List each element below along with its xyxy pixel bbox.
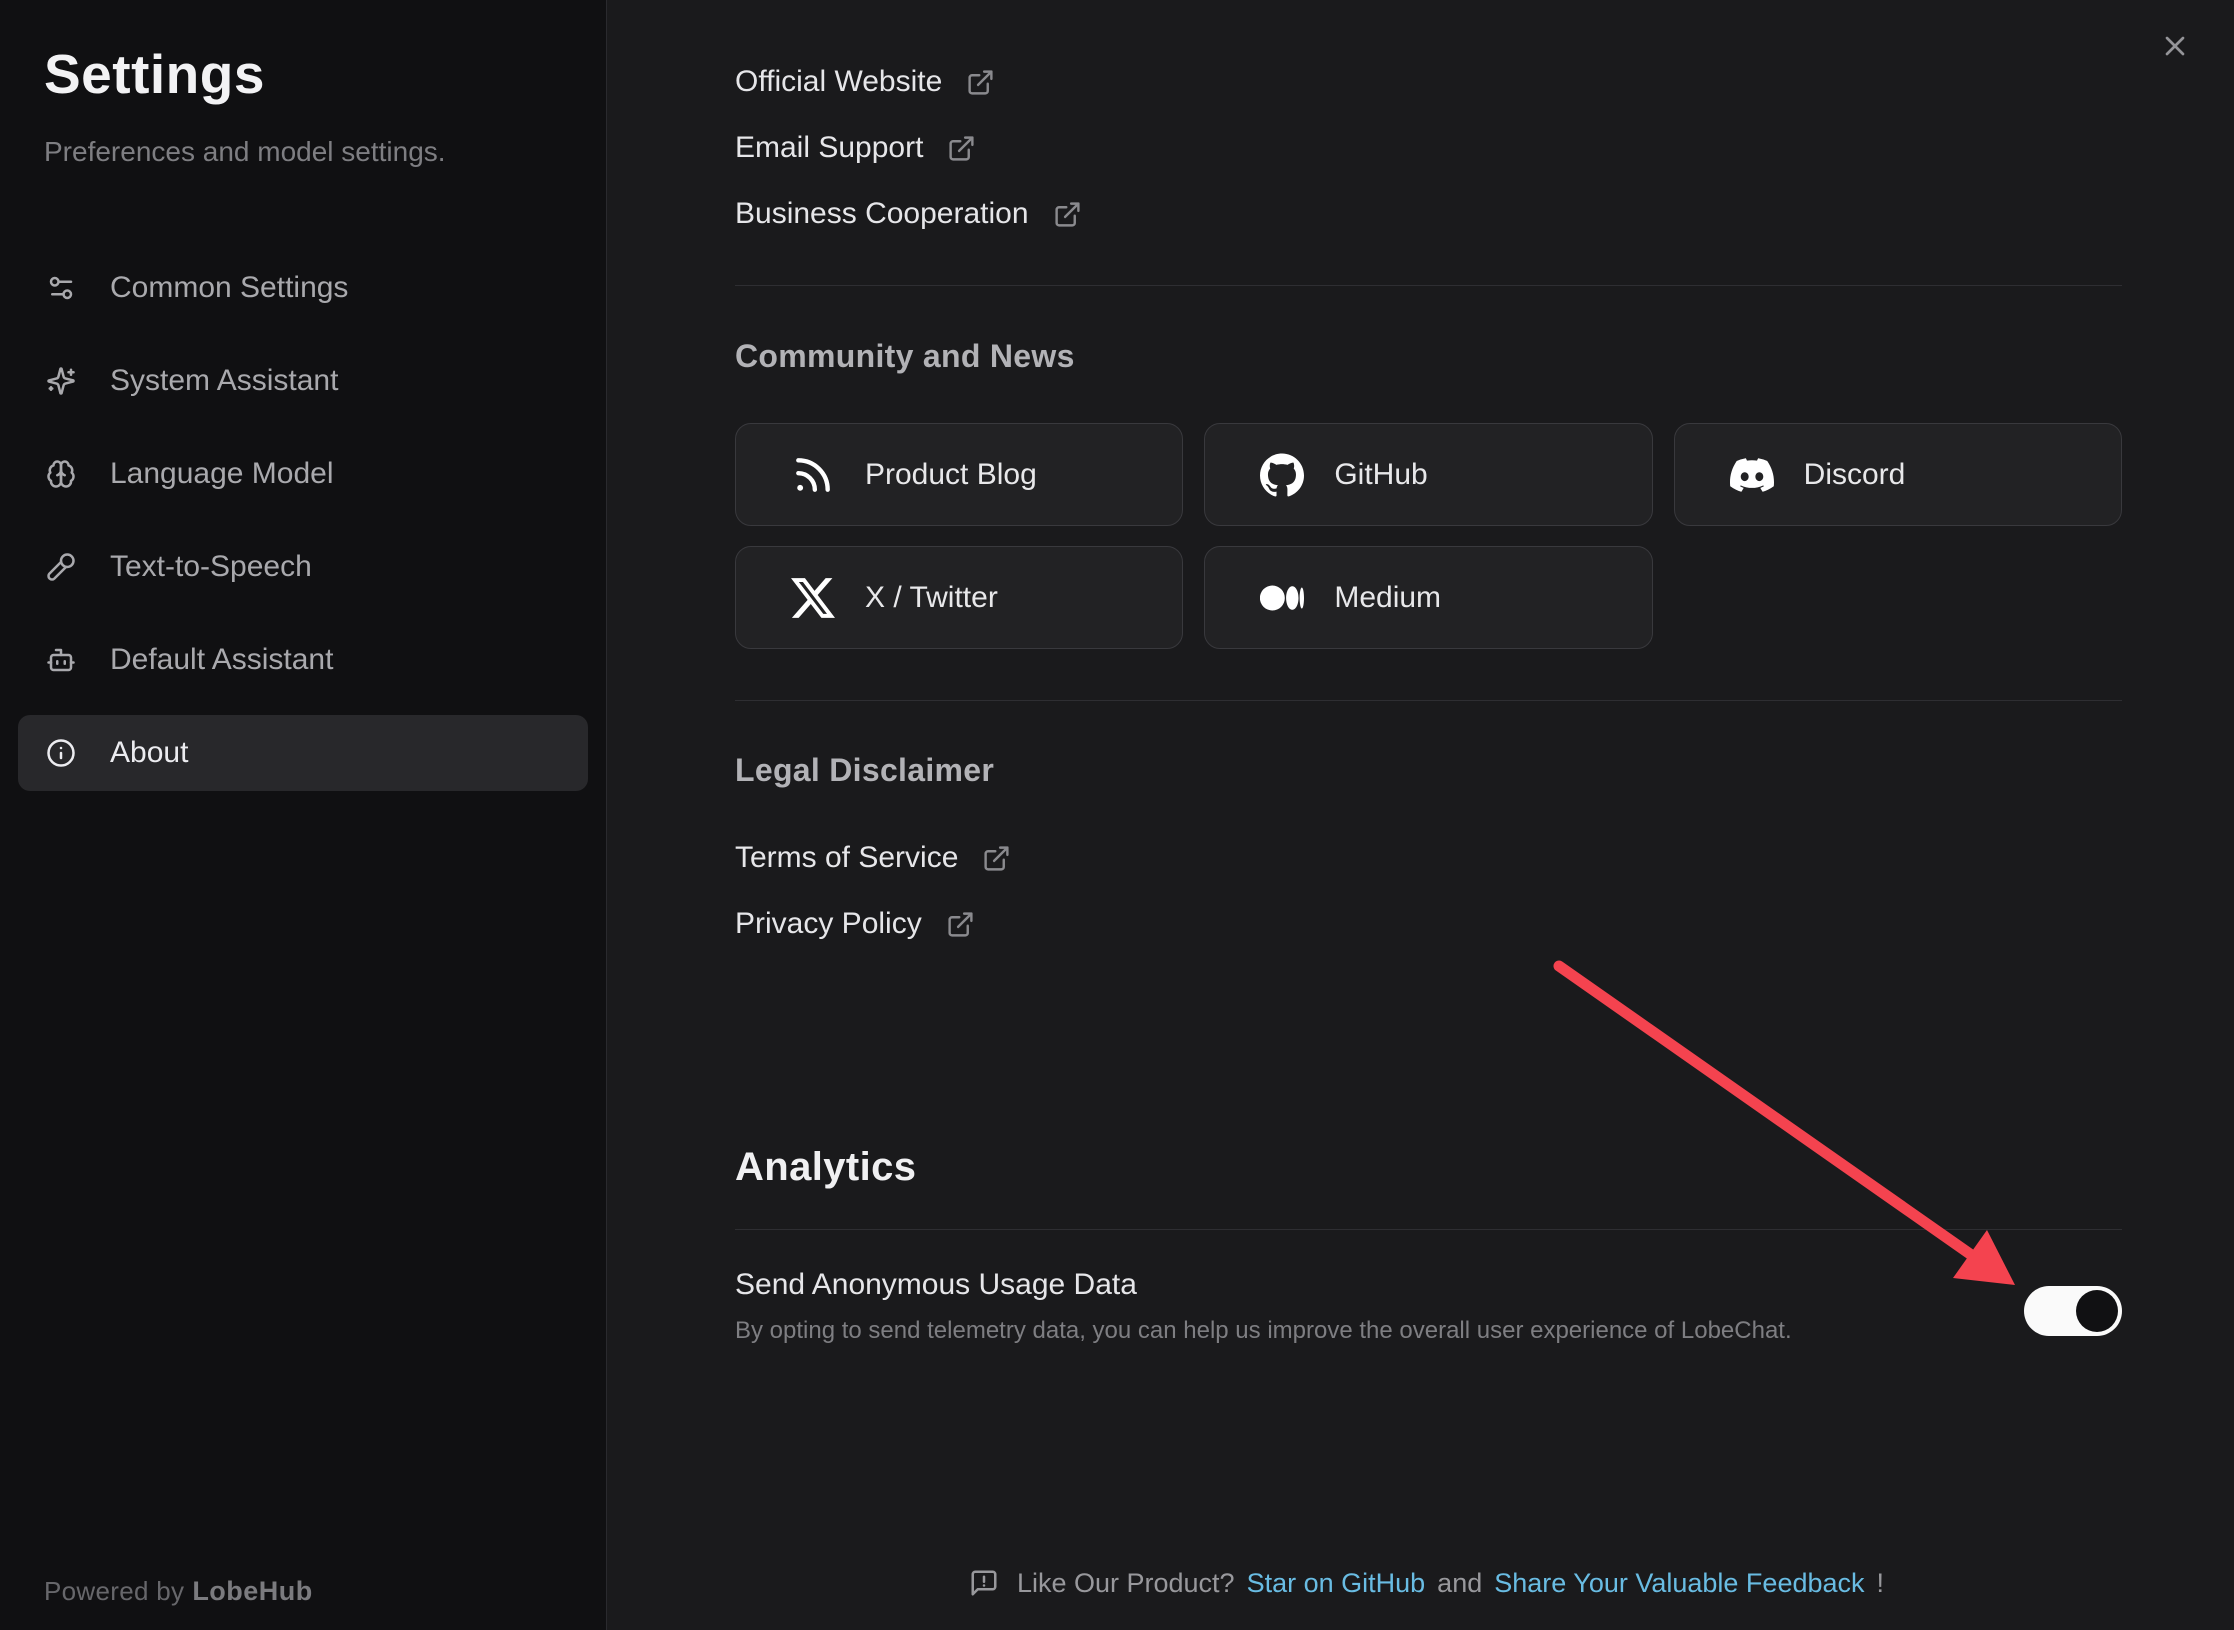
- powered-by-text: Powered by: [44, 1576, 184, 1606]
- community-section-title: Community and News: [735, 334, 2122, 378]
- external-link-icon: [966, 68, 995, 97]
- button-label: Discord: [1804, 458, 1906, 492]
- telemetry-setting-label: Send Anonymous Usage Data: [735, 1264, 2122, 1306]
- sidebar-item-label: Text-to-Speech: [110, 550, 312, 584]
- telemetry-toggle[interactable]: [2024, 1286, 2122, 1336]
- page-subtitle: Preferences and model settings.: [44, 132, 562, 172]
- x-twitter-icon: [791, 576, 835, 620]
- official-website-link[interactable]: Official Website: [735, 60, 995, 104]
- community-buttons: Product Blog GitHub Discord: [735, 423, 2122, 649]
- sidebar-item-system-assistant[interactable]: System Assistant: [18, 343, 588, 419]
- sidebar-item-text-to-speech[interactable]: Text-to-Speech: [18, 529, 588, 605]
- powered-by: Powered by LobeHub: [44, 1576, 313, 1607]
- sidebar-item-common-settings[interactable]: Common Settings: [18, 250, 588, 326]
- sidebar-item-label: Language Model: [110, 457, 334, 491]
- github-button[interactable]: GitHub: [1204, 423, 1652, 526]
- sidebar-item-language-model[interactable]: Language Model: [18, 436, 588, 512]
- email-support-link[interactable]: Email Support: [735, 126, 976, 170]
- rss-icon: [791, 453, 835, 497]
- settings-modal: Settings Preferences and model settings.…: [0, 0, 2234, 1630]
- close-icon: [2159, 50, 2191, 65]
- analytics-section-title: Analytics: [735, 1142, 2122, 1192]
- about-content: Contact Us Official Website Email Suppor…: [607, 0, 2234, 1599]
- privacy-policy-link[interactable]: Privacy Policy: [735, 902, 975, 946]
- github-icon: [1260, 453, 1304, 497]
- footer-text: and: [1437, 1568, 1482, 1598]
- external-link-icon: [946, 910, 975, 939]
- sliders-icon: [46, 273, 76, 303]
- info-icon: [46, 738, 76, 768]
- feedback-bubble-icon: [969, 1568, 999, 1598]
- toggle-knob: [2076, 1290, 2118, 1332]
- link-label: Privacy Policy: [735, 907, 922, 941]
- share-feedback-link[interactable]: Share Your Valuable Feedback: [1494, 1568, 1864, 1598]
- star-on-github-link[interactable]: Star on GitHub: [1247, 1568, 1426, 1598]
- sidebar-item-default-assistant[interactable]: Default Assistant: [18, 622, 588, 698]
- discord-icon: [1730, 453, 1774, 497]
- telemetry-setting-text: Send Anonymous Usage Data By opting to s…: [735, 1264, 2122, 1348]
- sidebar-item-label: About: [110, 736, 188, 770]
- external-link-icon: [982, 844, 1011, 873]
- link-label: Business Cooperation: [735, 197, 1029, 231]
- bot-icon: [46, 645, 76, 675]
- telemetry-setting-row: Send Anonymous Usage Data By opting to s…: [735, 1264, 2122, 1348]
- sidebar-item-label: System Assistant: [110, 364, 338, 398]
- x-twitter-button[interactable]: X / Twitter: [735, 546, 1183, 649]
- sidebar-nav: Common Settings System Assistant Languag…: [0, 250, 606, 791]
- external-link-icon: [947, 134, 976, 163]
- brain-icon: [46, 459, 76, 489]
- telemetry-setting-description: By opting to send telemetry data, you ca…: [735, 1314, 2122, 1348]
- sidebar: Settings Preferences and model settings.…: [0, 0, 607, 1630]
- footer: Like Our Product? Star on GitHub and Share …: [735, 1568, 2122, 1599]
- link-label: Email Support: [735, 131, 923, 165]
- button-label: Medium: [1334, 581, 1441, 615]
- sidebar-item-label: Default Assistant: [110, 643, 333, 677]
- discord-button[interactable]: Discord: [1674, 423, 2122, 526]
- footer-text: !: [1877, 1568, 1885, 1598]
- contact-section-title: Contact Us: [735, 0, 2122, 6]
- business-cooperation-link[interactable]: Business Cooperation: [735, 192, 1082, 236]
- button-label: GitHub: [1334, 458, 1427, 492]
- terms-of-service-link[interactable]: Terms of Service: [735, 836, 1011, 880]
- button-label: X / Twitter: [865, 581, 998, 615]
- legal-section-title: Legal Disclaimer: [735, 748, 2122, 792]
- link-label: Official Website: [735, 65, 942, 99]
- sidebar-item-about[interactable]: About: [18, 715, 588, 791]
- external-link-icon: [1053, 200, 1082, 229]
- medium-icon: [1260, 576, 1304, 620]
- medium-button[interactable]: Medium: [1204, 546, 1652, 649]
- close-button[interactable]: [2152, 24, 2198, 70]
- sidebar-item-label: Common Settings: [110, 271, 348, 305]
- divider: [735, 1229, 2122, 1230]
- product-blog-button[interactable]: Product Blog: [735, 423, 1183, 526]
- sparkles-icon: [46, 366, 76, 396]
- link-label: Terms of Service: [735, 841, 958, 875]
- footer-text: Like Our Product?: [1017, 1568, 1235, 1598]
- lobehub-brand-link[interactable]: LobeHub: [192, 1576, 312, 1606]
- button-label: Product Blog: [865, 458, 1037, 492]
- about-panel: Contact Us Official Website Email Suppor…: [607, 0, 2234, 1630]
- divider: [735, 285, 2122, 286]
- page-title: Settings: [44, 38, 562, 110]
- mic-icon: [46, 552, 76, 582]
- divider: [735, 700, 2122, 701]
